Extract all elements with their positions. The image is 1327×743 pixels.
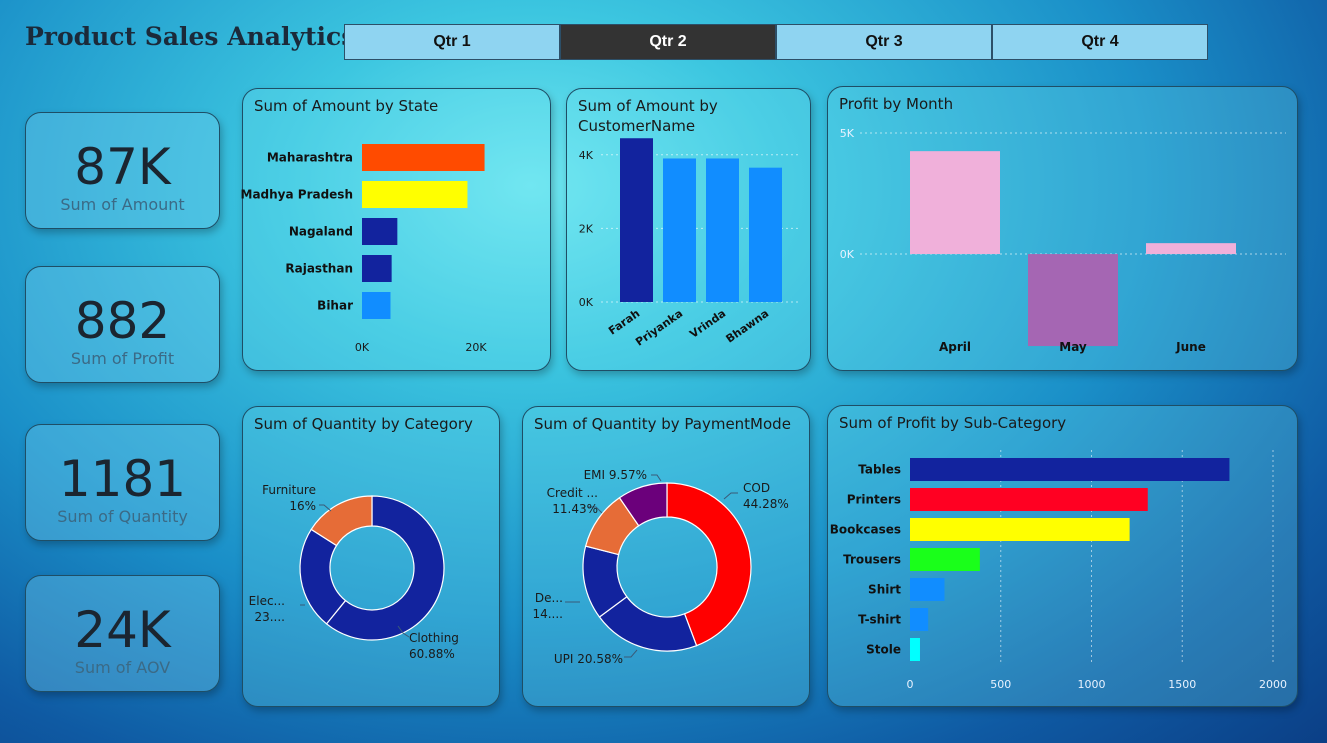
bar [910,638,920,661]
bar [706,158,739,302]
slice-label: COD [743,481,770,495]
kpi-value: 87K [74,138,171,196]
bar [910,548,980,571]
category-label: Shirt [868,583,901,597]
bar [910,608,929,631]
profit-by-subcategory-chart: Tables Printers Bookcases Trousers Shirt T-sh… [830,450,1287,691]
bar [362,144,485,171]
panel-amount-by-state[interactable]: Sum of Amount by State Maharashtra Madhya… [241,88,551,371]
panel-amount-by-customer[interactable]: Sum of Amount by CustomerName 0K 2K 4K Fara… [566,88,811,371]
kpi-label: Sum of Amount [60,195,185,214]
bar [749,167,782,302]
tab-qtr-4[interactable]: Qtr 4 [992,24,1208,60]
bar [910,518,1130,541]
kpi-label: Sum of Profit [70,349,175,368]
quarter-tabs: Qtr 1 Qtr 2 Qtr 3 Qtr 4 [344,24,1208,60]
category-label: Bhawna [724,307,772,346]
amount-by-state-chart: Maharashtra Madhya Pradesh Nagaland Rajasth… [241,144,487,354]
kpi-card-profit: 882 Sum of Profit [25,266,220,383]
y-tick-label: 5K [840,127,855,140]
category-label: Vrinda [687,307,728,341]
category-label: Tables [858,463,901,477]
panel-profit-by-month[interactable]: Profit by Month 0K 5K April May June [827,86,1298,371]
leader-line [651,474,662,482]
bar [910,488,1148,511]
page-title: Product Sales Analytics [25,22,356,51]
tab-qtr-1[interactable]: Qtr 1 [344,24,560,60]
bar [1146,243,1236,255]
bar [362,181,468,208]
bar [663,158,696,302]
y-tick-label: 0K [840,248,855,261]
x-tick-label: 500 [990,678,1011,691]
slice-label: 16% [289,499,316,513]
kpi-card-amount: 87K Sum of Amount [25,112,220,229]
category-label: Nagaland [289,225,353,239]
category-label: Trousers [843,553,901,567]
category-label: Printers [847,493,901,507]
x-tick-label: 1000 [1078,678,1106,691]
slice-label: UPI 20.58% [554,652,623,666]
tab-qtr-3[interactable]: Qtr 3 [776,24,992,60]
category-label: Bookcases [830,523,901,537]
leader-line [624,649,638,658]
y-tick-label: 4K [579,149,594,162]
slice-label: 23.... [254,610,285,624]
category-label: June [1175,340,1206,354]
kpi-value: 882 [74,292,171,350]
profit-by-month-chart: 0K 5K April May June [840,127,1286,354]
category-label: Rajasthan [285,262,353,276]
category-label: Maharashtra [267,151,353,165]
kpi-card-aov: 24K Sum of AOV [25,575,220,692]
kpi-label: Sum of AOV [74,658,171,677]
category-label: Farah [606,307,642,338]
panel-quantity-by-paymentmode[interactable]: Sum of Quantity by PaymentMode COD 44.28%… [522,406,810,707]
category-label: T-shirt [858,613,901,627]
slice-label: 14.... [532,607,563,621]
slice-label: De... [535,591,563,605]
bar [362,218,398,245]
kpi-label: Sum of Quantity [57,507,188,526]
bar [910,458,1230,481]
slice-label: Furniture [262,483,316,497]
kpi-value: 1181 [58,450,187,508]
slice-label: Clothing [409,631,459,645]
category-label: Madhya Pradesh [241,188,354,202]
y-tick-label: 2K [579,222,594,235]
category-label: April [939,340,971,354]
quantity-by-paymentmode-chart: COD 44.28% UPI 20.58% De... 14.... Credit ...… [532,468,789,666]
slice-label: EMI 9.57% [584,468,647,482]
x-tick-label: 2000 [1259,678,1287,691]
slice-label: 11.43% [552,502,598,516]
category-label: Stole [866,643,901,657]
slice-label: 44.28% [743,497,789,511]
category-label: Bihar [317,299,353,313]
donut-slice [299,528,347,625]
panel-quantity-by-category[interactable]: Sum of Quantity by Category Clothing 60.8… [242,406,500,707]
bar [910,578,945,601]
category-label: Priyanka [633,307,685,349]
y-tick-label: 0K [579,296,594,309]
kpi-value: 24K [74,601,171,659]
bar [910,151,1000,255]
x-tick-label: 1500 [1168,678,1196,691]
quantity-by-category-chart: Clothing 60.88% Elec... 23.... Furniture 16% [249,483,459,661]
leader-line [319,504,332,512]
x-tick-label: 0 [907,678,914,691]
bar [362,255,392,282]
leader-line [723,492,738,500]
slice-label: Credit ... [547,486,598,500]
slice-label: Elec... [249,594,285,608]
panel-profit-by-subcategory[interactable]: Sum of Profit by Sub-Category Tables Prin… [827,405,1298,707]
tab-qtr-2[interactable]: Qtr 2 [560,24,776,60]
slice-label: 60.88% [409,647,455,661]
kpi-card-quantity: 1181 Sum of Quantity [25,424,220,541]
amount-by-customer-chart: 0K 2K 4K FarahPriyanka VrindaBhawna [579,138,799,349]
x-tick-label: 0K [355,341,370,354]
x-tick-label: 20K [465,341,487,354]
category-label: May [1059,340,1087,354]
bar [1028,254,1118,347]
bar [620,138,653,302]
bar [362,292,391,319]
